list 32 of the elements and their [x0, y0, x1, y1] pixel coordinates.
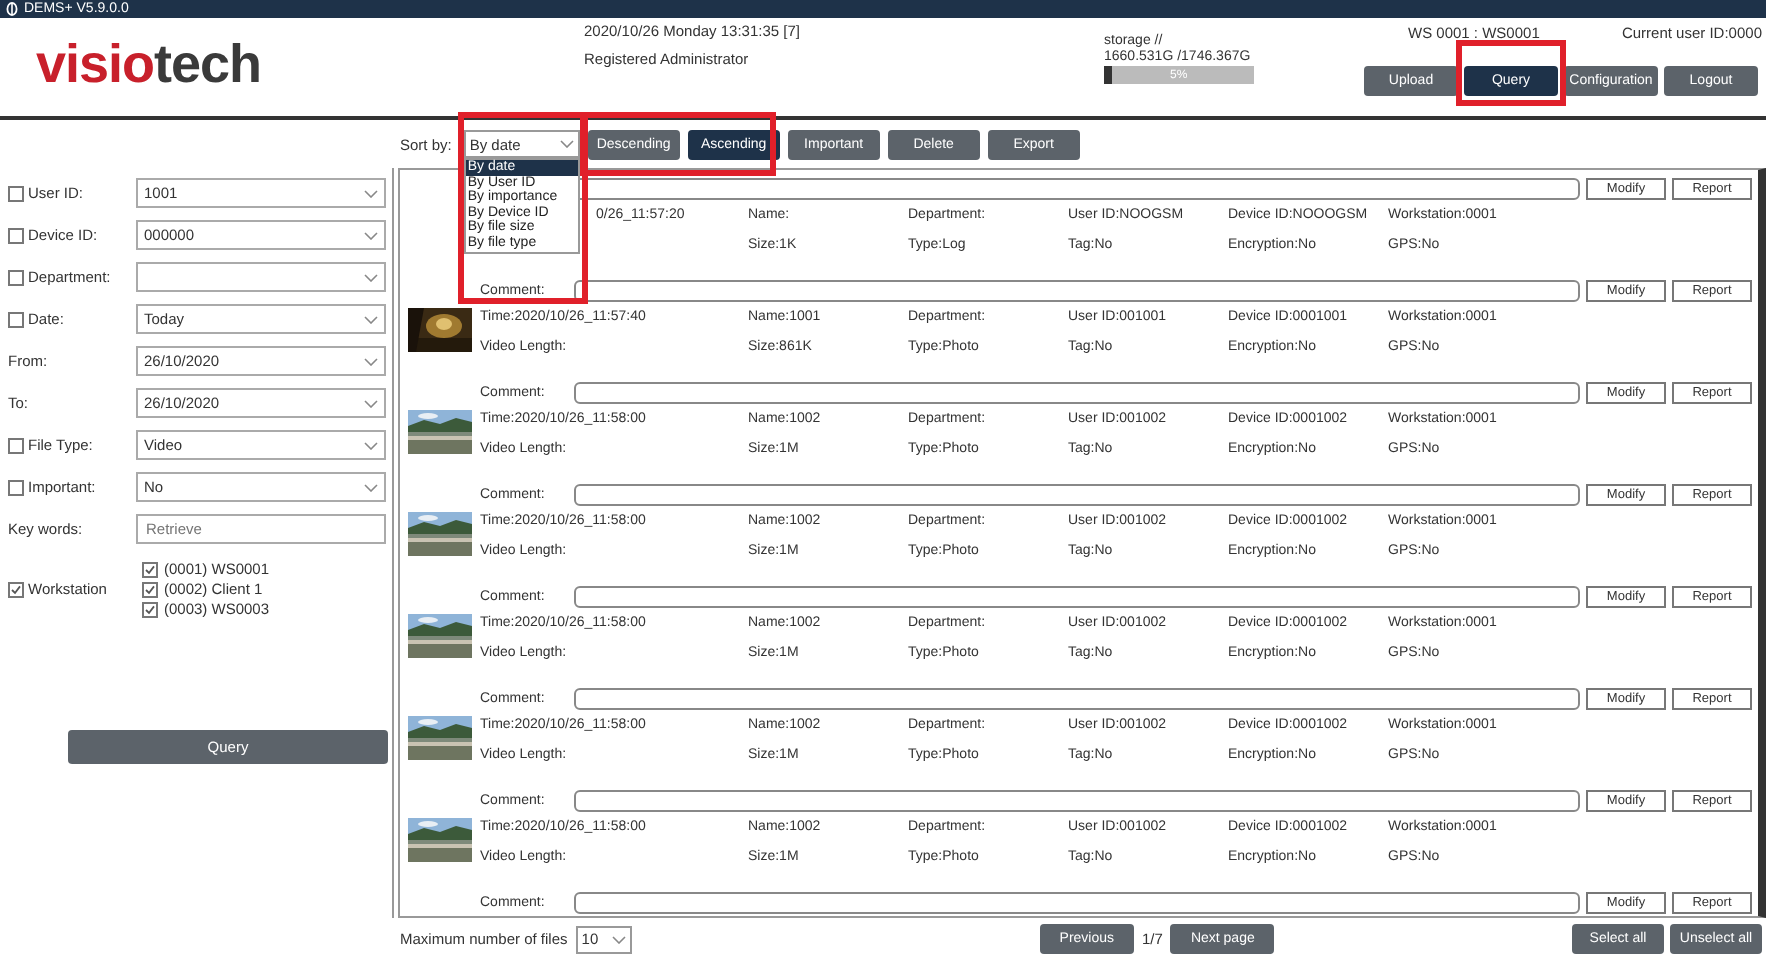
caret-icon [364, 273, 378, 281]
caret-icon [364, 357, 378, 365]
checkbox[interactable] [8, 479, 24, 495]
checkbox[interactable] [8, 227, 24, 243]
comment-field[interactable] [574, 279, 1580, 301]
caret-icon [559, 140, 574, 148]
checkbox[interactable] [8, 311, 24, 327]
checkbox[interactable] [8, 437, 24, 453]
comment-field[interactable] [574, 381, 1580, 403]
checkbox[interactable] [8, 269, 24, 285]
comment-field[interactable] [574, 585, 1580, 607]
logo: visiotech [36, 34, 262, 94]
caret-icon [364, 483, 378, 491]
comment-field[interactable] [574, 687, 1580, 709]
caret-icon [364, 441, 378, 449]
caret-icon [364, 399, 378, 407]
checkbox[interactable] [8, 185, 24, 201]
checkbox[interactable] [8, 581, 24, 597]
comment-field[interactable] [574, 891, 1580, 913]
comment-field[interactable] [574, 789, 1580, 811]
caret-icon [364, 315, 378, 323]
comment-field[interactable] [574, 177, 1580, 199]
caret-icon [364, 189, 378, 197]
checkbox[interactable] [142, 561, 158, 577]
caret-icon [364, 231, 378, 239]
caret-icon [611, 935, 626, 943]
checkbox[interactable] [142, 581, 158, 597]
check-icon [10, 583, 22, 595]
dropdown[interactable] [136, 262, 386, 292]
comment-field[interactable] [574, 483, 1580, 505]
checkbox[interactable] [142, 601, 158, 617]
app-icon [6, 2, 18, 16]
